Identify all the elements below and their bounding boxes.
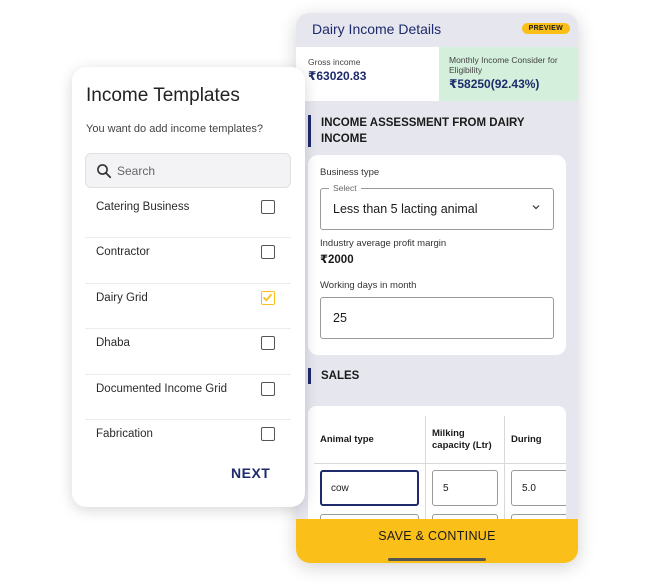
- preview-badge: PREVIEW: [521, 23, 570, 34]
- business-type-label: Business type: [320, 167, 380, 178]
- milking-capacity-input[interactable]: 5: [432, 470, 498, 506]
- gross-income-label: Gross income: [308, 57, 361, 67]
- gross-income-card: Gross income ₹63020.83: [296, 47, 439, 101]
- income-templates-card: Income Templates You want do add income …: [72, 67, 305, 507]
- template-label: Fabrication: [96, 427, 153, 440]
- assessment-heading: INCOME ASSESSMENT FROM DAIRY INCOME: [308, 115, 558, 147]
- dairy-income-screen: Dairy Income Details PREVIEW Gross incom…: [296, 13, 578, 563]
- template-checkbox[interactable]: [261, 336, 275, 351]
- animal-type-input[interactable]: cow: [320, 470, 419, 506]
- select-legend: Select: [329, 183, 361, 193]
- monthly-income-value: ₹58250(92.43%): [449, 77, 540, 91]
- template-label: Dairy Grid: [96, 291, 148, 304]
- column-header-animal-type: Animal type: [314, 416, 425, 464]
- business-type-value: Less than 5 lacting animal: [333, 202, 478, 216]
- templates-subtitle: You want do add income templates?: [86, 123, 263, 135]
- save-continue-button[interactable]: SAVE & CONTINUE: [296, 519, 578, 563]
- save-continue-label: SAVE & CONTINUE: [378, 529, 496, 543]
- list-item[interactable]: Dhaba: [85, 329, 291, 375]
- templates-title: Income Templates: [86, 85, 240, 106]
- list-item[interactable]: Documented Income Grid: [85, 375, 291, 420]
- monthly-income-card: Monthly Income Consider for Eligibility …: [439, 47, 578, 101]
- business-type-select[interactable]: Select Less than 5 lacting animal: [320, 183, 554, 230]
- during-input[interactable]: 5.0: [511, 470, 566, 506]
- template-label: Dhaba: [96, 337, 130, 350]
- list-item[interactable]: Fabrication: [85, 420, 291, 465]
- search-input[interactable]: Search: [85, 153, 291, 188]
- screen-header: Dairy Income Details PREVIEW: [296, 13, 578, 47]
- template-checkbox[interactable]: [261, 200, 275, 214]
- list-item[interactable]: Catering Business: [85, 193, 291, 239]
- profit-margin-label: Industry average profit margin: [320, 238, 447, 249]
- list-item[interactable]: Dairy Grid: [85, 284, 291, 330]
- screen-title: Dairy Income Details: [312, 21, 442, 37]
- search-placeholder: Search: [117, 164, 156, 178]
- template-checkbox[interactable]: [261, 381, 275, 396]
- template-label: Documented Income Grid: [96, 382, 228, 395]
- monthly-income-label: Monthly Income Consider for Eligibility: [449, 55, 558, 75]
- working-days-label: Working days in month: [320, 280, 417, 291]
- gross-income-value: ₹63020.83: [308, 69, 367, 83]
- column-header-milking-capacity: Milking capacity (Ltr): [426, 416, 504, 464]
- income-summary: Gross income ₹63020.83 Monthly Income Co…: [296, 47, 578, 101]
- template-checkbox[interactable]: [261, 426, 275, 441]
- home-indicator: [388, 558, 486, 561]
- checkmark-icon: [263, 293, 272, 301]
- column-header-during: During: [505, 416, 566, 464]
- sales-heading: SALES: [308, 368, 359, 384]
- template-checkbox-checked[interactable]: [261, 290, 275, 305]
- chevron-down-icon: [531, 202, 541, 215]
- template-label: Contractor: [96, 246, 150, 259]
- working-days-input[interactable]: 25: [320, 297, 554, 339]
- template-checkbox[interactable]: [261, 245, 275, 260]
- search-icon: [96, 163, 112, 179]
- template-label: Catering Business: [96, 201, 190, 213]
- profit-margin-value: ₹2000: [320, 254, 354, 266]
- assessment-card: Business type Select Less than 5 lacting…: [308, 155, 566, 355]
- templates-list: Catering Business Contractor Dairy Grid …: [85, 193, 291, 465]
- list-item[interactable]: Contractor: [85, 238, 291, 284]
- next-button[interactable]: NEXT: [231, 465, 270, 481]
